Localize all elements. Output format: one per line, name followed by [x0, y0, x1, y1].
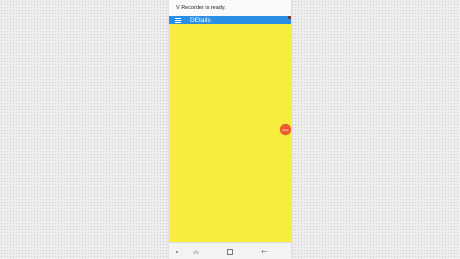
stop-recording-button[interactable]: Stop: [280, 124, 291, 135]
stop-recording-label: Stop: [282, 127, 289, 132]
toast-notification: V Recorder is ready.: [169, 0, 291, 16]
home-square-icon[interactable]: [226, 247, 233, 256]
recent-apps-icon[interactable]: [193, 247, 199, 256]
back-arrow-icon[interactable]: [261, 247, 268, 256]
app-bar: DEtails: [169, 16, 291, 24]
main-content: [169, 24, 291, 242]
page-title: DEtails: [190, 16, 211, 24]
system-navigation-bar: [169, 242, 291, 259]
phone-screen: V Recorder is ready. DEtails: [169, 0, 291, 259]
hamburger-menu-icon[interactable]: [175, 17, 181, 23]
nav-dot-icon[interactable]: [175, 247, 179, 256]
toast-message: V Recorder is ready.: [176, 5, 226, 11]
appbar-corner-indicator: [288, 16, 291, 19]
